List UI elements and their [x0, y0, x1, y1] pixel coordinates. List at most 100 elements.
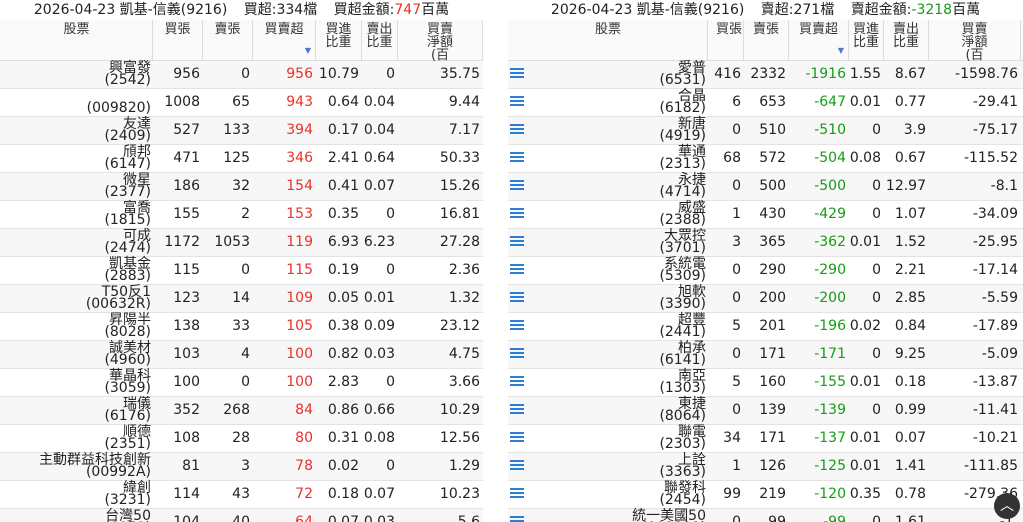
sell-lots: 0 — [241, 262, 250, 278]
table-row[interactable]: 凱基金 (2883) 115 0 115 0.19 0 2.36 — [0, 257, 483, 285]
col-sell[interactable]: 賣張 — [203, 20, 253, 60]
buy-lots: 471 — [173, 150, 200, 166]
stock-name-cell[interactable]: 永捷 (4714) — [508, 173, 708, 200]
net-lots: -504 — [814, 150, 846, 166]
stock-name-cell[interactable]: 昇陽半 (8028) — [0, 313, 153, 340]
stock-name-cell[interactable]: 愛普 (6531) — [508, 61, 708, 88]
table-row[interactable]: 昇陽半 (8028) 138 33 105 0.38 0.09 23.12 — [0, 313, 483, 341]
sell-ratio: 0.07 — [363, 486, 395, 502]
table-row[interactable]: 台灣50(0050) 104 40 64 0.07 0.03 5.6 — [0, 509, 483, 522]
stock-name-cell[interactable]: 順德 (2351) — [0, 425, 153, 452]
table-row[interactable]: 超豐 (2441) 5 201 -196 0.02 0.84 -17.89 — [508, 313, 1023, 341]
chevron-up-icon[interactable]: ︿ — [994, 493, 1020, 519]
buy-lots: 527 — [173, 122, 200, 138]
table-row[interactable]: 聯電 (2303) 34 171 -137 0.01 0.07 -10.21 — [508, 425, 1023, 453]
table-row[interactable]: (009820) 1008 65 943 0.64 0.04 9.44 — [0, 89, 483, 117]
table-row[interactable]: 順德 (2351) 108 28 80 0.31 0.08 12.56 — [0, 425, 483, 453]
net-amount: -25.95 — [972, 234, 1018, 250]
table-row[interactable]: 可成 (2474) 1172 1053 119 6.93 6.23 27.28 — [0, 229, 483, 257]
net-lots: -139 — [814, 402, 846, 418]
stock-name-cell[interactable]: 超豐 (2441) — [508, 313, 708, 340]
stock-name-cell[interactable]: 華通 (2313) — [508, 145, 708, 172]
col-buy-ratio[interactable]: 買進比重 — [316, 20, 362, 60]
stock-name-cell[interactable]: 富喬 (1815) — [0, 201, 153, 228]
stock-name-cell[interactable]: T50反1 (00632R) — [0, 285, 153, 312]
stock-name-cell[interactable]: 系統電 (5309) — [508, 257, 708, 284]
stock-name-cell[interactable]: 可成 (2474) — [0, 229, 153, 256]
table-row[interactable]: 柏承 (6141) 0 171 -171 0 9.25 -5.09 — [508, 341, 1023, 369]
stock-name-cell[interactable]: 旭軟 (3390) — [508, 285, 708, 312]
stock-name-cell[interactable]: (009820) — [0, 89, 153, 116]
table-row[interactable]: 興富發 (2542) 956 0 956 10.79 0 35.75 — [0, 61, 483, 89]
stock-name-cell[interactable]: 聯發科 (2454) — [508, 481, 708, 508]
col-sell-ratio[interactable]: 賣出比重 — [362, 20, 398, 60]
table-row[interactable]: 上詮 (3363) 1 126 -125 0.01 1.41 -111.85 — [508, 453, 1023, 481]
stock-name-cell[interactable]: 誠美材 (4960) — [0, 341, 153, 368]
stock-name-cell[interactable]: 南亞 (1303) — [508, 369, 708, 396]
col-sell[interactable]: 賣張 — [744, 20, 789, 60]
stock-name-cell[interactable]: 友達 (2409) — [0, 117, 153, 144]
table-row[interactable]: 威盛 (2388) 1 430 -429 0 1.07 -34.09 — [508, 201, 1023, 229]
buy-ratio: 0.38 — [327, 318, 359, 334]
col-sell-ratio[interactable]: 賣出比重 — [884, 20, 929, 60]
stock-name-cell[interactable]: 合晶 (6182) — [508, 89, 708, 116]
net-lots: 346 — [286, 150, 313, 166]
table-row[interactable]: 南亞 (1303) 5 160 -155 0.01 0.18 -13.87 — [508, 369, 1023, 397]
table-row[interactable]: 華通 (2313) 68 572 -504 0.08 0.67 -115.52 — [508, 145, 1023, 173]
stock-name-cell[interactable]: 凱基金 (2883) — [0, 257, 153, 284]
stock-name-cell[interactable]: 威盛 (2388) — [508, 201, 708, 228]
table-row[interactable]: 微星 (2377) 186 32 154 0.41 0.07 15.26 — [0, 173, 483, 201]
table-row[interactable]: 聯發科 (2454) 99 219 -120 0.35 0.78 -279.36 — [508, 481, 1023, 509]
col-stock[interactable]: 股票 — [0, 20, 153, 60]
stock-name-cell[interactable]: 統一美國50(009811) — [508, 509, 708, 522]
stock-name-cell[interactable]: 興富發 (2542) — [0, 61, 153, 88]
stock-name-cell[interactable]: 瑞儀 (6176) — [0, 397, 153, 424]
table-row[interactable]: 旭軟 (3390) 0 200 -200 0 2.85 -5.59 — [508, 285, 1023, 313]
col-buy[interactable]: 買張 — [153, 20, 203, 60]
stock-name-cell[interactable]: 主動群益科技創新 (00992A) — [0, 453, 153, 480]
stock-name-cell[interactable]: 頎邦 (6147) — [0, 145, 153, 172]
table-row[interactable]: 新唐 (4919) 0 510 -510 0 3.9 -75.17 — [508, 117, 1023, 145]
buy-ratio: 0.31 — [327, 430, 359, 446]
table-row[interactable]: 統一美國50(009811)099-9901.61-1. — [508, 509, 1023, 522]
table-row[interactable]: 東捷 (8064) 0 139 -139 0 0.99 -11.41 — [508, 397, 1023, 425]
col-net-amount[interactable]: 買賣淨額(百萬) — [929, 20, 1021, 75]
sell-summary: 2026-04-23 凱基-信義(9216) 賣超:271檔 賣超金額:-321… — [508, 0, 1023, 20]
table-row[interactable]: 系統電 (5309) 0 290 -290 0 2.21 -17.14 — [508, 257, 1023, 285]
table-row[interactable]: 瑞儀 (6176) 352 268 84 0.86 0.66 10.29 — [0, 397, 483, 425]
net-amount: 1.29 — [448, 458, 480, 474]
stock-name-cell[interactable]: 華晶科 (3059) — [0, 369, 153, 396]
stock-name-cell[interactable]: 微星 (2377) — [0, 173, 153, 200]
net-lots: 394 — [286, 122, 313, 138]
buy-ratio: 0.02 — [849, 318, 881, 334]
table-row[interactable]: 主動群益科技創新 (00992A) 81 3 78 0.02 0 1.29 — [0, 453, 483, 481]
col-net[interactable]: 買賣超 ▼ — [789, 20, 849, 60]
stock-code: (2441) — [659, 324, 706, 340]
stock-name-cell[interactable]: 新唐 (4919) — [508, 117, 708, 144]
stock-code: (2542) — [104, 72, 151, 88]
table-row[interactable]: 愛普 (6531) 416 2332 -1916 1.55 8.67 -1598.76 — [508, 61, 1023, 89]
stock-name-cell[interactable]: 上詮 (3363) — [508, 453, 708, 480]
col-buy[interactable]: 買張 — [708, 20, 744, 60]
col-stock[interactable]: 股票 — [508, 20, 708, 60]
stock-name-cell[interactable]: 東捷 (8064) — [508, 397, 708, 424]
stock-name-cell[interactable]: 台灣50(0050) — [0, 509, 153, 522]
stock-name-cell[interactable]: 大眾控 (3701) — [508, 229, 708, 256]
col-net[interactable]: 買賣超 ▼ — [253, 20, 316, 60]
table-row[interactable]: 頎邦 (6147) 471 125 346 2.41 0.64 50.33 — [0, 145, 483, 173]
table-row[interactable]: T50反1 (00632R) 123 14 109 0.05 0.01 1.32 — [0, 285, 483, 313]
stock-name-cell[interactable]: 緯創 (3231) — [0, 481, 153, 508]
buy-lots: 0 — [732, 178, 741, 194]
stock-name-cell[interactable]: 柏承 (6141) — [508, 341, 708, 368]
col-buy-ratio[interactable]: 買進比重 — [849, 20, 884, 60]
col-net-amount[interactable]: 買賣淨額(百萬) — [398, 20, 483, 75]
table-row[interactable]: 富喬 (1815) 155 2 153 0.35 0 16.81 — [0, 201, 483, 229]
table-row[interactable]: 華晶科 (3059) 100 0 100 2.83 0 3.66 — [0, 369, 483, 397]
table-row[interactable]: 大眾控 (3701) 3 365 -362 0.01 1.52 -25.95 — [508, 229, 1023, 257]
table-row[interactable]: 友達 (2409) 527 133 394 0.17 0.04 7.17 — [0, 117, 483, 145]
table-row[interactable]: 合晶 (6182) 6 653 -647 0.01 0.77 -29.41 — [508, 89, 1023, 117]
table-row[interactable]: 永捷 (4714) 0 500 -500 0 12.97 -8.1 — [508, 173, 1023, 201]
stock-name-cell[interactable]: 聯電 (2303) — [508, 425, 708, 452]
table-row[interactable]: 誠美材 (4960) 103 4 100 0.82 0.03 4.75 — [0, 341, 483, 369]
table-row[interactable]: 緯創 (3231) 114 43 72 0.18 0.07 10.23 — [0, 481, 483, 509]
